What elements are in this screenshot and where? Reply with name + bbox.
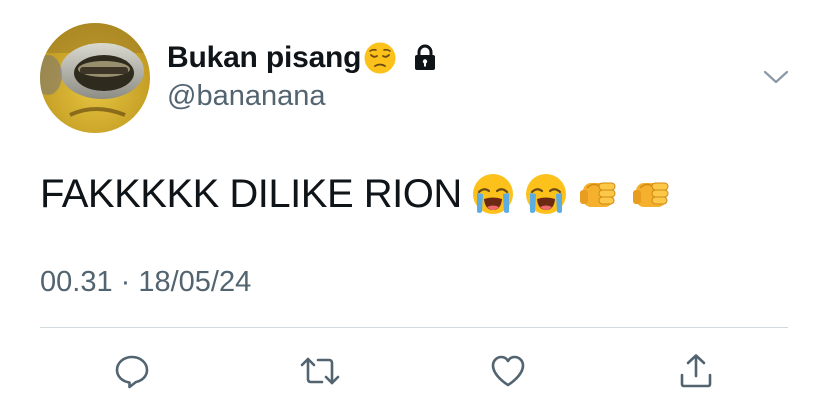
retweet-button[interactable]: [298, 349, 342, 393]
retweet-icon: [300, 357, 340, 385]
avatar-image: [40, 23, 150, 133]
pensive-face-emoji: [363, 41, 397, 75]
share-icon: [680, 354, 712, 388]
tweet-text: FAKKKKK DILIKE RION: [40, 171, 462, 216]
tweet-card: Bukan pisang @bananana FAKKKKK DILIKE RI…: [0, 0, 828, 417]
reply-button[interactable]: [110, 349, 154, 393]
share-button[interactable]: [674, 349, 718, 393]
display-name-row: Bukan pisang: [167, 38, 439, 78]
action-bar: [0, 345, 828, 395]
divider: [40, 327, 788, 328]
oncoming-fist-emoji: [577, 172, 621, 216]
oncoming-fist-emoji: [630, 172, 674, 216]
avatar[interactable]: [40, 23, 150, 133]
loudly-crying-face-emoji: [524, 172, 568, 216]
tweet-timestamp[interactable]: 00.31 · 18/05/24: [40, 266, 251, 299]
tweet-text-row: FAKKKKK DILIKE RION: [40, 168, 674, 220]
loudly-crying-face-emoji: [471, 172, 515, 216]
heart-icon: [491, 355, 525, 387]
lock-icon: [411, 43, 439, 73]
display-name[interactable]: Bukan pisang: [167, 41, 362, 75]
chevron-down-icon[interactable]: [761, 66, 791, 88]
reply-icon: [115, 355, 149, 389]
user-handle[interactable]: @bananana: [167, 80, 325, 113]
like-button[interactable]: [486, 349, 530, 393]
